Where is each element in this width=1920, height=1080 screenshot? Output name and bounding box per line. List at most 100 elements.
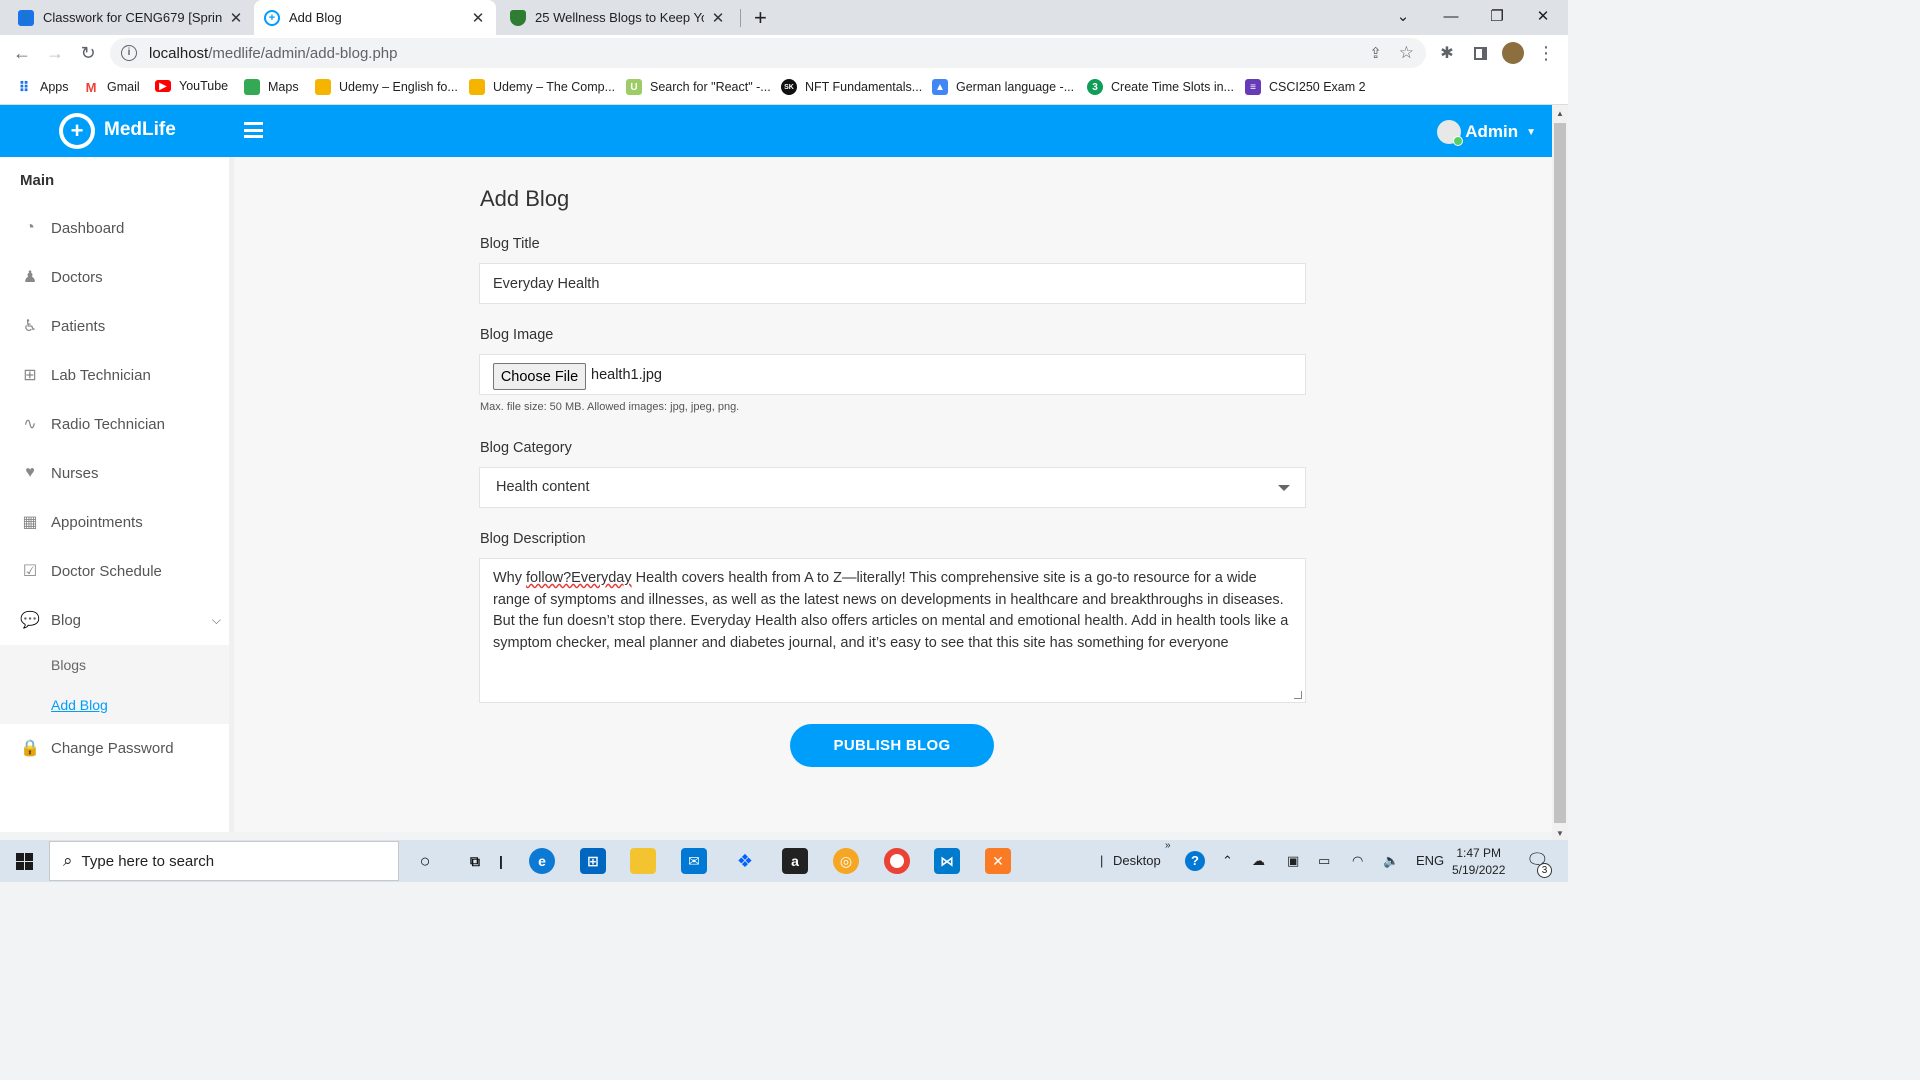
sidebar-item-change-password[interactable]: 🔒 Change Password xyxy=(0,728,229,768)
forward-button[interactable]: → xyxy=(41,39,69,67)
share-icon[interactable]: ⇪ xyxy=(1369,44,1382,62)
blog-image-field[interactable]: Choose File health1.jpg xyxy=(479,354,1306,395)
side-panel-button[interactable] xyxy=(1466,39,1494,67)
bookmark-react-search[interactable]: U Search for "React" -... xyxy=(626,79,771,95)
mail-icon[interactable]: ✉ xyxy=(681,848,707,874)
menu-toggle-button[interactable] xyxy=(244,122,263,138)
resize-handle[interactable] xyxy=(1294,691,1302,699)
profile-button[interactable] xyxy=(1499,39,1527,67)
wifi-icon[interactable]: ◠ xyxy=(1352,853,1363,869)
sidebar-item-lab-technician[interactable]: ⊞ Lab Technician xyxy=(0,355,229,395)
help-icon[interactable]: ? xyxy=(1185,851,1205,871)
close-icon[interactable]: ✕ xyxy=(710,9,726,27)
menu-button[interactable]: ⋮ xyxy=(1532,39,1560,67)
blog-title-label: Blog Title xyxy=(480,236,540,252)
notification-badge: 3 xyxy=(1537,863,1552,878)
publish-blog-button[interactable]: PUBLISH BLOG xyxy=(790,724,994,767)
scroll-down-icon[interactable]: ▼ xyxy=(1556,829,1564,838)
start-button[interactable] xyxy=(0,840,48,882)
cortana-icon[interactable]: ○ xyxy=(412,848,438,874)
bookmark-nft[interactable]: SK NFT Fundamentals... xyxy=(781,79,922,95)
close-icon[interactable]: ✕ xyxy=(228,9,244,27)
bookmark-csci250[interactable]: ≡ CSCI250 Exam 2 xyxy=(1245,79,1366,95)
bookmark-udemy-english[interactable]: Udemy – English fo... xyxy=(315,79,458,95)
description-text: Why follow?Everyday Health covers health… xyxy=(493,568,1293,654)
new-tab-button[interactable]: + xyxy=(748,0,780,35)
shield-icon xyxy=(510,9,526,26)
task-view-icon[interactable]: ⧉ xyxy=(462,848,488,874)
sidebar-item-patients[interactable]: ♿ Patients xyxy=(0,306,229,346)
taskbar-search[interactable]: ⌕ Type here to search xyxy=(49,841,399,881)
drive-icon: ▲ xyxy=(932,79,948,95)
dropbox-icon[interactable]: ❖ xyxy=(732,848,758,874)
chevron-up-icon[interactable]: ⌃ xyxy=(1222,853,1233,869)
bookmark-label: CSCI250 Exam 2 xyxy=(1269,80,1366,94)
reload-button[interactable]: ↻ xyxy=(74,39,102,67)
close-icon[interactable]: ✕ xyxy=(470,9,486,27)
bookmark-maps[interactable]: Maps xyxy=(244,79,299,95)
xampp-icon[interactable]: ✕ xyxy=(985,848,1011,874)
vscode-icon[interactable]: ⋈ xyxy=(934,848,960,874)
selected-file-name: health1.jpg xyxy=(591,367,662,383)
blog-category-select[interactable]: Health content xyxy=(479,467,1306,508)
meet-now-icon[interactable]: ▣ xyxy=(1287,853,1299,869)
sidebar-item-label: Nurses xyxy=(51,464,99,482)
address-bar[interactable]: i localhost/medlife/admin/add-blog.php ⇪… xyxy=(110,38,1426,68)
tab-wellness-blogs[interactable]: 25 Wellness Blogs to Keep You H… ✕ xyxy=(500,0,736,35)
forms-icon: ≡ xyxy=(1245,79,1261,95)
page-scrollbar[interactable]: ▲ ▼ xyxy=(1552,105,1568,840)
tab-classwork[interactable]: 👤 Classwork for CENG679 [Spring2… ✕ xyxy=(8,0,254,35)
bookmark-gmail[interactable]: M Gmail xyxy=(83,79,140,95)
sidebar-item-label: Appointments xyxy=(51,513,143,531)
battery-icon[interactable]: ▭ xyxy=(1318,853,1330,869)
sidebar-item-appointments[interactable]: ▦ Appointments xyxy=(0,502,229,542)
bookmark-udemy-comp[interactable]: Udemy – The Comp... xyxy=(469,79,615,95)
selected-category: Health content xyxy=(496,479,590,495)
chevron-right-icon[interactable]: » xyxy=(1165,840,1171,851)
star-icon[interactable]: ☆ xyxy=(1399,43,1414,63)
tab-add-blog[interactable]: + Add Blog ✕ xyxy=(254,0,496,35)
back-button[interactable]: ← xyxy=(8,39,36,67)
sidebar-item-dashboard[interactable]: ◔ Dashboard xyxy=(0,208,229,248)
scrollbar-thumb[interactable] xyxy=(1554,123,1566,823)
sidebar-item-radio-technician[interactable]: ∿ Radio Technician xyxy=(0,404,229,444)
onedrive-icon[interactable]: ☁ xyxy=(1252,853,1265,869)
medlife-logo[interactable]: + xyxy=(59,113,95,149)
clock[interactable]: 1:47 PM 5/19/2022 xyxy=(1452,845,1505,879)
sidebar-item-doctors[interactable]: ♟ Doctors xyxy=(0,257,229,297)
sidebar-item-doctor-schedule[interactable]: ☑ Doctor Schedule xyxy=(0,551,229,591)
blog-description-textarea[interactable]: Why follow?Everyday Health covers health… xyxy=(479,558,1306,703)
blog-submenu: Blogs Add Blog xyxy=(0,645,229,724)
close-window-button[interactable]: ✕ xyxy=(1520,0,1566,32)
blog-title-input[interactable] xyxy=(480,264,1305,303)
sidebar-subitem-add-blog[interactable]: Add Blog xyxy=(51,697,108,713)
restore-button[interactable]: ❐ xyxy=(1474,0,1520,32)
store-icon[interactable]: ⊞ xyxy=(580,848,606,874)
extensions-button[interactable]: ✱ xyxy=(1433,39,1461,67)
chrome-icon[interactable] xyxy=(884,848,910,874)
sidebar-item-nurses[interactable]: ♥ Nurses xyxy=(0,453,229,493)
bookmark-time-slots[interactable]: 3 Create Time Slots in... xyxy=(1087,79,1234,95)
minimize-button[interactable]: — xyxy=(1428,0,1474,32)
blog-title-field[interactable] xyxy=(479,263,1306,304)
edge-icon[interactable]: e xyxy=(529,848,555,874)
scroll-up-icon[interactable]: ▲ xyxy=(1556,109,1564,118)
sidebar-subitem-blogs[interactable]: Blogs xyxy=(51,657,86,673)
brand-name[interactable]: MedLife xyxy=(104,119,176,141)
choose-file-button[interactable]: Choose File xyxy=(493,363,586,390)
bookmark-apps[interactable]: ⠿ Apps xyxy=(16,79,69,95)
desktop-toolbar[interactable]: Desktop xyxy=(1113,853,1161,868)
page-title: Add Blog xyxy=(480,186,570,211)
tab-search-button[interactable]: ⌄ xyxy=(1380,0,1426,32)
sidebar-item-blog[interactable]: 💬 Blog ⌵ xyxy=(0,600,229,640)
volume-icon[interactable]: 🔈 xyxy=(1383,853,1399,869)
language-indicator[interactable]: ENG xyxy=(1416,853,1444,868)
app-icon[interactable]: ◎ xyxy=(833,848,859,874)
description-lead: Why xyxy=(493,570,527,586)
amazon-icon[interactable]: a xyxy=(782,848,808,874)
user-menu[interactable]: Admin ▼ xyxy=(1437,120,1536,146)
file-explorer-icon[interactable] xyxy=(630,848,656,874)
bookmark-youtube[interactable]: ▶ YouTube xyxy=(155,79,228,93)
bookmark-german[interactable]: ▲ German language -... xyxy=(932,79,1074,95)
info-icon[interactable]: i xyxy=(121,45,137,61)
